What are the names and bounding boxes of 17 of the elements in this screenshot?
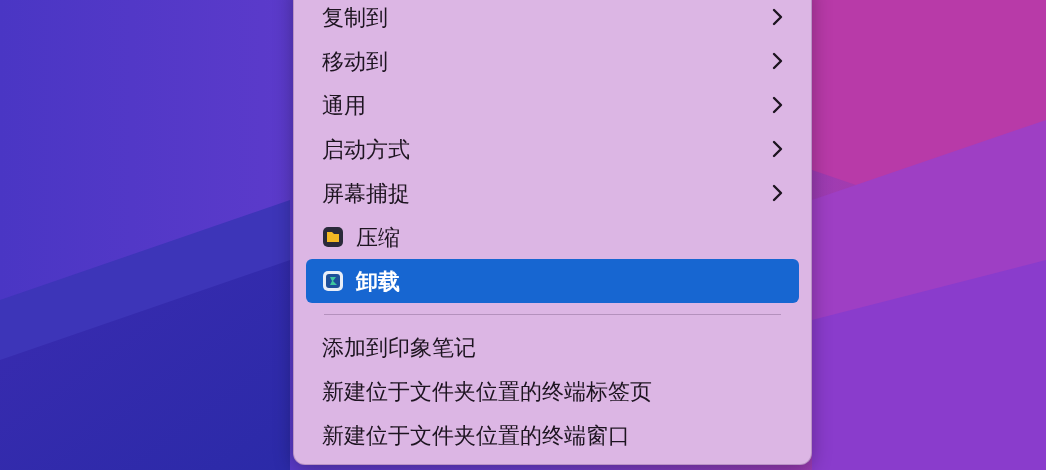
chevron-right-icon [771,8,783,26]
chevron-right-icon [771,52,783,70]
menu-item[interactable]: 压缩 [306,215,799,259]
chevron-right-icon [771,184,783,202]
menu-item[interactable]: 卸载 [306,259,799,303]
chevron-right-icon [771,96,783,114]
app-icon [322,226,344,248]
menu-item[interactable]: 启动方式 [306,127,799,171]
menu-item[interactable]: 屏幕捕捉 [306,171,799,215]
menu-item[interactable]: 添加到印象笔记 [306,325,799,369]
menu-item[interactable]: 复制到 [306,0,799,39]
chevron-right-icon [771,140,783,158]
menu-item[interactable]: 新建位于文件夹位置的终端窗口 [306,413,799,457]
app-icon [322,270,344,292]
menu-item[interactable]: 新建位于文件夹位置的终端标签页 [306,369,799,413]
menu-item[interactable]: 移动到 [306,39,799,83]
menu-item[interactable]: 通用 [306,83,799,127]
